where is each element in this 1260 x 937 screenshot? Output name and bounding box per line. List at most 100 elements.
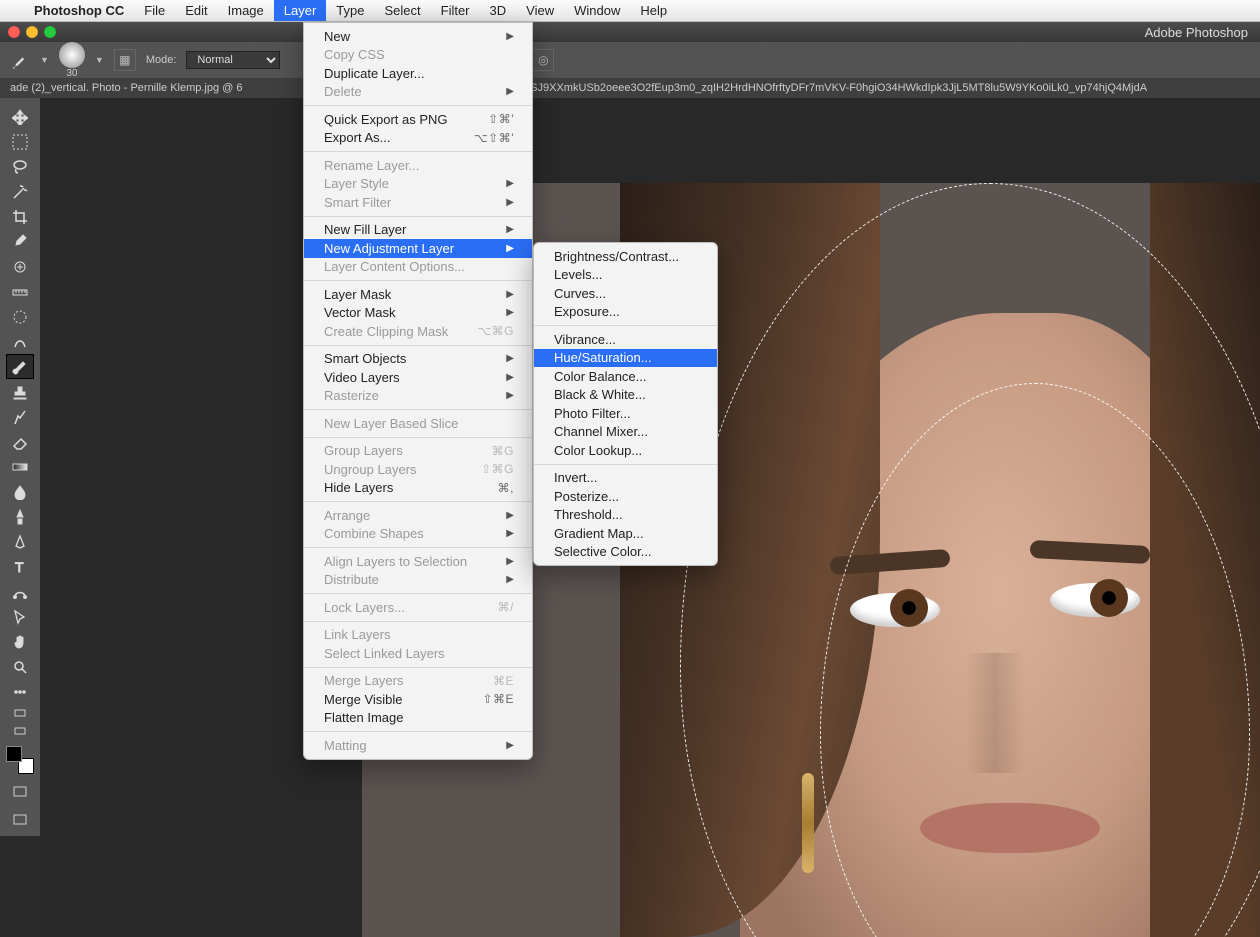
- tool-mixer[interactable]: [6, 329, 34, 354]
- tool-crop[interactable]: [6, 204, 34, 229]
- layer-menu-video-layers[interactable]: Video Layers▶: [304, 368, 532, 387]
- adjustment-menu-color-lookup[interactable]: Color Lookup...: [534, 441, 717, 460]
- layer-menu-new[interactable]: New▶: [304, 27, 532, 46]
- menu-item-label: Threshold...: [554, 507, 623, 522]
- menubar-item-file[interactable]: File: [134, 0, 175, 21]
- menubar-item-help[interactable]: Help: [630, 0, 677, 21]
- menu-item-label: Flatten Image: [324, 710, 404, 725]
- blend-mode-select[interactable]: Normal: [186, 51, 280, 69]
- adjustment-menu-black-white[interactable]: Black & White...: [534, 386, 717, 405]
- adjustment-menu-photo-filter[interactable]: Photo Filter...: [534, 404, 717, 423]
- history-icon: [12, 409, 28, 425]
- tool-hand[interactable]: [6, 629, 34, 654]
- adjustment-menu-posterize[interactable]: Posterize...: [534, 487, 717, 506]
- layer-menu-new-fill-layer[interactable]: New Fill Layer▶: [304, 221, 532, 240]
- submenu-arrow-icon: ▶: [506, 740, 514, 751]
- menu-item-label: New: [324, 29, 350, 44]
- layer-menu-merge-visible[interactable]: Merge Visible⇧⌘E: [304, 690, 532, 709]
- layer-menu-smart-objects[interactable]: Smart Objects▶: [304, 350, 532, 369]
- type-icon: T: [12, 559, 28, 575]
- adjustment-menu-exposure[interactable]: Exposure...: [534, 303, 717, 322]
- tool-type[interactable]: T: [6, 554, 34, 579]
- adjustment-menu-threshold[interactable]: Threshold...: [534, 506, 717, 525]
- tool-marquee[interactable]: [6, 129, 34, 154]
- menubar-item-select[interactable]: Select: [374, 0, 430, 21]
- tool-blur[interactable]: [6, 479, 34, 504]
- document-tab-left[interactable]: ade (2)_vertical. Photo - Pernille Klemp…: [10, 82, 243, 94]
- screen-mode-button[interactable]: [6, 782, 34, 802]
- menubar-item-window[interactable]: Window: [564, 0, 630, 21]
- adjustment-menu-vibrance[interactable]: Vibrance...: [534, 330, 717, 349]
- tool-stamp[interactable]: [6, 379, 34, 404]
- window-minimize-button[interactable]: [26, 26, 38, 38]
- menubar-item-3d[interactable]: 3D: [480, 0, 517, 21]
- layer-menu-layer-mask[interactable]: Layer Mask▶: [304, 285, 532, 304]
- menu-shortcut: ⌥⌘G: [477, 324, 514, 338]
- brush-dropdown-icon[interactable]: ▼: [40, 55, 49, 65]
- more2-button[interactable]: [6, 810, 34, 830]
- menubar-item-type[interactable]: Type: [326, 0, 374, 21]
- layer-menu-new-adjustment-layer[interactable]: New Adjustment Layer▶: [304, 239, 532, 258]
- tool-more[interactable]: [6, 679, 34, 704]
- tool-ruler[interactable]: [6, 279, 34, 304]
- menu-shortcut: ⌥⇧⌘': [474, 131, 514, 145]
- layer-menu-flatten-image[interactable]: Flatten Image: [304, 709, 532, 728]
- tool-eraser[interactable]: [6, 429, 34, 454]
- brush-preview-icon[interactable]: [59, 42, 85, 68]
- tool-gradient[interactable]: [6, 454, 34, 479]
- menu-item-label: Smart Filter: [324, 195, 391, 210]
- tool-move[interactable]: [6, 104, 34, 129]
- tool-pen[interactable]: [6, 529, 34, 554]
- tool-zoom[interactable]: [6, 654, 34, 679]
- tool-brush[interactable]: [6, 354, 34, 379]
- tool-history[interactable]: [6, 404, 34, 429]
- submenu-arrow-icon: ▶: [506, 178, 514, 189]
- tool-patch[interactable]: [6, 304, 34, 329]
- layer-menu-vector-mask[interactable]: Vector Mask▶: [304, 304, 532, 323]
- foreground-background-colors[interactable]: [6, 746, 34, 774]
- adjustment-menu-color-balance[interactable]: Color Balance...: [534, 367, 717, 386]
- layer-menu-hide-layers[interactable]: Hide Layers⌘,: [304, 479, 532, 498]
- brush-size-value: 30: [66, 68, 77, 79]
- edit-toolbar-button[interactable]: [6, 704, 34, 722]
- adjustment-menu-hue-saturation[interactable]: Hue/Saturation...: [534, 349, 717, 368]
- adjustment-menu-curves[interactable]: Curves...: [534, 284, 717, 303]
- submenu-arrow-icon: ▶: [506, 574, 514, 585]
- menubar-item-image[interactable]: Image: [218, 0, 274, 21]
- layer-menu-duplicate-layer[interactable]: Duplicate Layer...: [304, 64, 532, 83]
- tool-path[interactable]: [6, 579, 34, 604]
- tool-eyedropper[interactable]: [6, 229, 34, 254]
- tool-healing[interactable]: [6, 254, 34, 279]
- tool-dodge[interactable]: [6, 504, 34, 529]
- document-tab-right[interactable]: lmfZPYk5SJ9XXmkUSb2oeee3O2fEup3m0_zqIH2H…: [483, 82, 1148, 94]
- adjustment-menu-selective-color[interactable]: Selective Color...: [534, 543, 717, 562]
- menu-item-label: Levels...: [554, 267, 602, 282]
- menu-item-label: Duplicate Layer...: [324, 66, 424, 81]
- foreground-color-swatch[interactable]: [6, 746, 22, 762]
- menu-item-label: Select Linked Layers: [324, 646, 445, 661]
- tool-direct[interactable]: [6, 604, 34, 629]
- adjustment-menu-brightness-contrast[interactable]: Brightness/Contrast...: [534, 247, 717, 266]
- brush-size-dropdown-icon[interactable]: ▼: [95, 55, 104, 65]
- layer-menu-copy-css: Copy CSS: [304, 46, 532, 65]
- tool-wand[interactable]: [6, 179, 34, 204]
- menubar-item-view[interactable]: View: [516, 0, 564, 21]
- adjustment-menu-levels[interactable]: Levels...: [534, 266, 717, 285]
- layer-menu-quick-export-as-png[interactable]: Quick Export as PNG⇧⌘': [304, 110, 532, 129]
- menubar-item-edit[interactable]: Edit: [175, 0, 217, 21]
- adjustment-menu-invert[interactable]: Invert...: [534, 469, 717, 488]
- airbrush-button[interactable]: ◎: [532, 49, 554, 71]
- adjustment-menu-gradient-map[interactable]: Gradient Map...: [534, 524, 717, 543]
- tool-lasso[interactable]: [6, 154, 34, 179]
- window-close-button[interactable]: [8, 26, 20, 38]
- menu-item-label: Combine Shapes: [324, 526, 424, 541]
- adjustment-menu-channel-mixer[interactable]: Channel Mixer...: [534, 423, 717, 442]
- window-maximize-button[interactable]: [44, 26, 56, 38]
- app-name[interactable]: Photoshop CC: [24, 3, 134, 18]
- layer-menu-export-as[interactable]: Export As...⌥⇧⌘': [304, 129, 532, 148]
- submenu-arrow-icon: ▶: [506, 372, 514, 383]
- quickmask-button[interactable]: [6, 722, 34, 740]
- brush-panel-button[interactable]: ▦: [114, 49, 136, 71]
- menubar-item-layer[interactable]: Layer: [274, 0, 327, 21]
- menubar-item-filter[interactable]: Filter: [431, 0, 480, 21]
